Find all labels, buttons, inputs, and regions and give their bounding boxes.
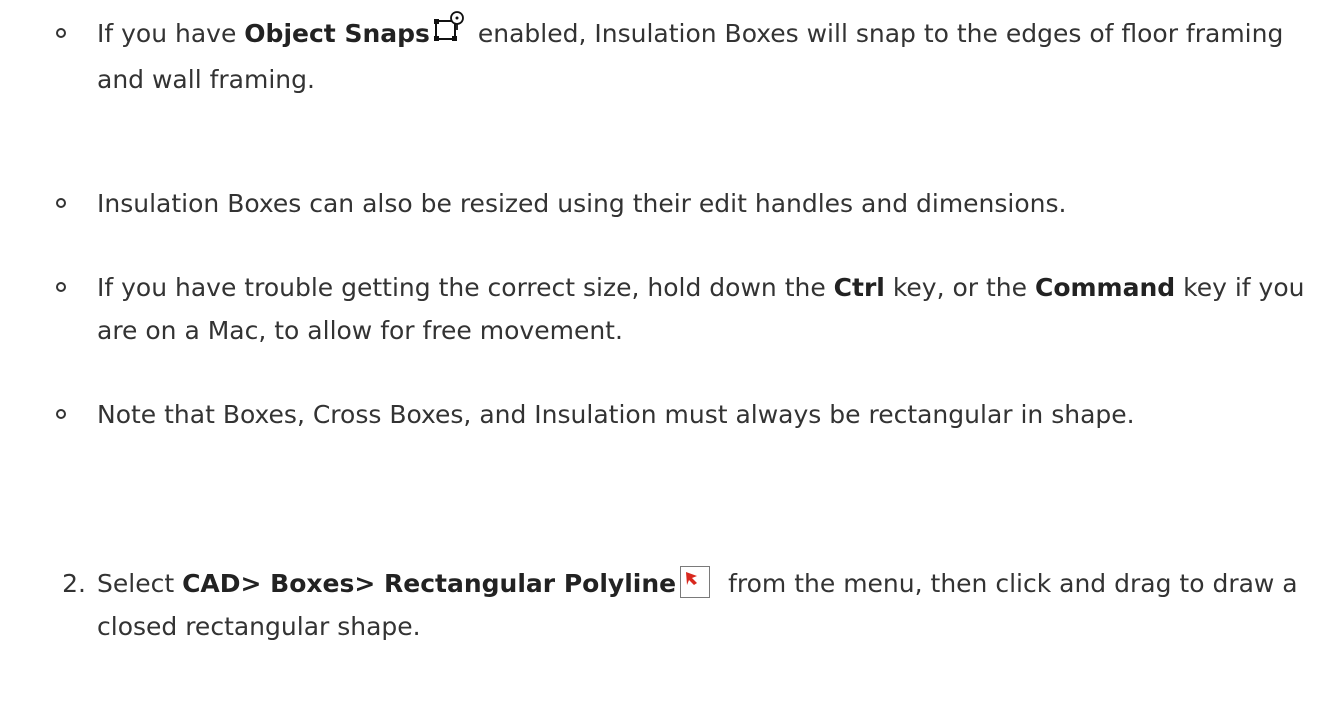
bullet-marker (56, 282, 66, 292)
bold-menu-path: CAD> Boxes> Rectangular Polyline (182, 569, 677, 598)
rectangular-polyline-icon (680, 566, 711, 598)
list-item-resize: Insulation Boxes can also be resized usi… (56, 182, 1322, 225)
text-fragment: Insulation Boxes can also be resized usi… (97, 189, 1067, 218)
text-fragment: key, or the (884, 273, 1035, 302)
bullet-marker (56, 28, 66, 38)
bold-term-ctrl: Ctrl (833, 273, 885, 302)
bold-term-command: Command (1034, 273, 1176, 302)
list-item-step-2: 2. Select CAD> Boxes> Rectangular Polyli… (62, 562, 1322, 648)
text-fragment: Note that Boxes, Cross Boxes, and Insula… (97, 400, 1135, 429)
bold-term-object-snaps: Object Snaps (244, 19, 430, 48)
object-snaps-icon (432, 10, 466, 55)
bullet-marker (56, 409, 66, 419)
step-number: 2. (62, 569, 86, 598)
list-item-object-snaps: If you have Object Snaps enabled, Insula… (56, 10, 1322, 101)
bullet-marker (56, 198, 66, 208)
text-fragment: If you have trouble getting the correct … (97, 273, 834, 302)
text-fragment: If you have (97, 19, 245, 48)
list-item-rectangular-note: Note that Boxes, Cross Boxes, and Insula… (56, 393, 1322, 436)
list-item-ctrl-key: If you have trouble getting the correct … (56, 266, 1322, 352)
text-fragment: Select (97, 569, 183, 598)
